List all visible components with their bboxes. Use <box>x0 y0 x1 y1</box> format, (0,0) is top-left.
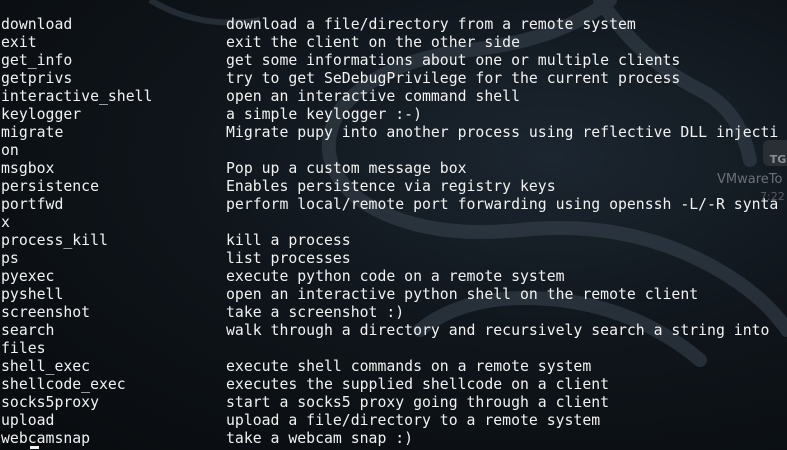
module-row: interactive_shell open an interactive com… <box>1 88 787 106</box>
module-name: process_kill <box>1 232 108 249</box>
module-name: files <box>1 340 46 357</box>
module-name: get_info <box>1 52 73 69</box>
module-name: exit <box>1 34 37 51</box>
module-name: upload <box>1 412 55 429</box>
module-row: getprivs try to get SeDebugPrivilege for … <box>1 70 787 88</box>
terminal-output[interactable]: >> list_modules download download a file/… <box>1 0 787 448</box>
module-name: pyexec <box>1 268 55 285</box>
module-row: ps list processes <box>1 250 787 268</box>
module-name: keylogger <box>1 106 82 123</box>
module-description: start a socks5 proxy going through a cli… <box>226 394 610 411</box>
module-name: download <box>1 16 73 33</box>
module-row: migrate Migrate pupy into another process… <box>1 124 787 142</box>
module-description: a simple keylogger :-) <box>226 106 422 123</box>
module-description: Enables persistence via registry keys <box>226 178 556 195</box>
module-description: download a file/directory from a remote … <box>226 16 636 33</box>
module-name: portfwd <box>1 196 64 213</box>
module-row: pyshell open an interactive python shell … <box>1 286 787 304</box>
module-description: try to get SeDebugPrivilege for the curr… <box>226 70 681 87</box>
module-row: files <box>1 340 787 358</box>
module-row: socks5proxy start a socks5 proxy going th… <box>1 394 787 412</box>
module-name: getprivs <box>1 70 73 87</box>
module-name: shellcode_exec <box>1 376 126 393</box>
module-name: ps <box>1 250 19 267</box>
module-row: download download a file/directory from a… <box>1 16 787 34</box>
module-name: webcamsnap <box>1 430 91 447</box>
module-row: exit exit the client on the other side <box>1 34 787 52</box>
module-name: migrate <box>1 124 64 141</box>
module-row: portfwd perform local/remote port forward… <box>1 196 787 214</box>
module-row: keylogger a simple keylogger :-) <box>1 106 787 124</box>
module-name: persistence <box>1 178 99 195</box>
module-description: upload a file/directory to a remote syst… <box>226 412 601 429</box>
module-name: on <box>1 142 19 159</box>
module-row: msgbox Pop up a custom message box <box>1 160 787 178</box>
module-row: persistence Enables persistence via regis… <box>1 178 787 196</box>
module-description: list processes <box>226 250 351 267</box>
module-description: take a screenshot :) <box>226 304 405 321</box>
module-row: screenshot take a screenshot :) <box>1 304 787 322</box>
module-description: execute shell commands on a remote syste… <box>226 358 592 375</box>
module-description: kill a process <box>226 232 351 249</box>
module-row: on <box>1 142 787 160</box>
module-name: search <box>1 322 55 339</box>
module-row: x <box>1 214 787 232</box>
module-name: interactive_shell <box>1 88 153 105</box>
terminal-cursor <box>30 446 39 449</box>
module-name: shell_exec <box>1 358 91 375</box>
module-row: shellcode_exec executes the supplied shel… <box>1 376 787 394</box>
module-name: screenshot <box>1 304 91 321</box>
module-description: execute python code on a remote system <box>226 268 565 285</box>
module-description: executes the supplied shellcode on a cli… <box>226 376 610 393</box>
module-list: download download a file/directory from a… <box>1 16 787 448</box>
module-description: get some informations about one or multi… <box>226 52 681 69</box>
module-row: get_info get some informations about one … <box>1 52 787 70</box>
module-name: x <box>1 214 10 231</box>
module-name: socks5proxy <box>1 394 99 411</box>
module-row: search walk through a directory and recur… <box>1 322 787 340</box>
module-description: exit the client on the other side <box>226 34 520 51</box>
module-name: msgbox <box>1 160 55 177</box>
module-row: pyexec execute python code on a remote sy… <box>1 268 787 286</box>
module-description: open an interactive command shell <box>226 88 520 105</box>
module-description: Pop up a custom message box <box>226 160 467 177</box>
module-description: Migrate pupy into another process using … <box>226 124 779 141</box>
module-description: open an interactive python shell on the … <box>226 286 699 303</box>
module-name: pyshell <box>1 286 64 303</box>
module-description: take a webcam snap :) <box>226 430 414 447</box>
module-row: shell_exec execute shell commands on a re… <box>1 358 787 376</box>
module-row: webcamsnap take a webcam snap :) <box>1 430 787 448</box>
module-description: perform local/remote port forwarding usi… <box>226 196 779 213</box>
module-description: walk through a directory and recursively… <box>226 322 770 339</box>
module-row: upload upload a file/directory to a remot… <box>1 412 787 430</box>
module-row: process_kill kill a process <box>1 232 787 250</box>
prompt-line: >> list_modules <box>1 0 787 16</box>
